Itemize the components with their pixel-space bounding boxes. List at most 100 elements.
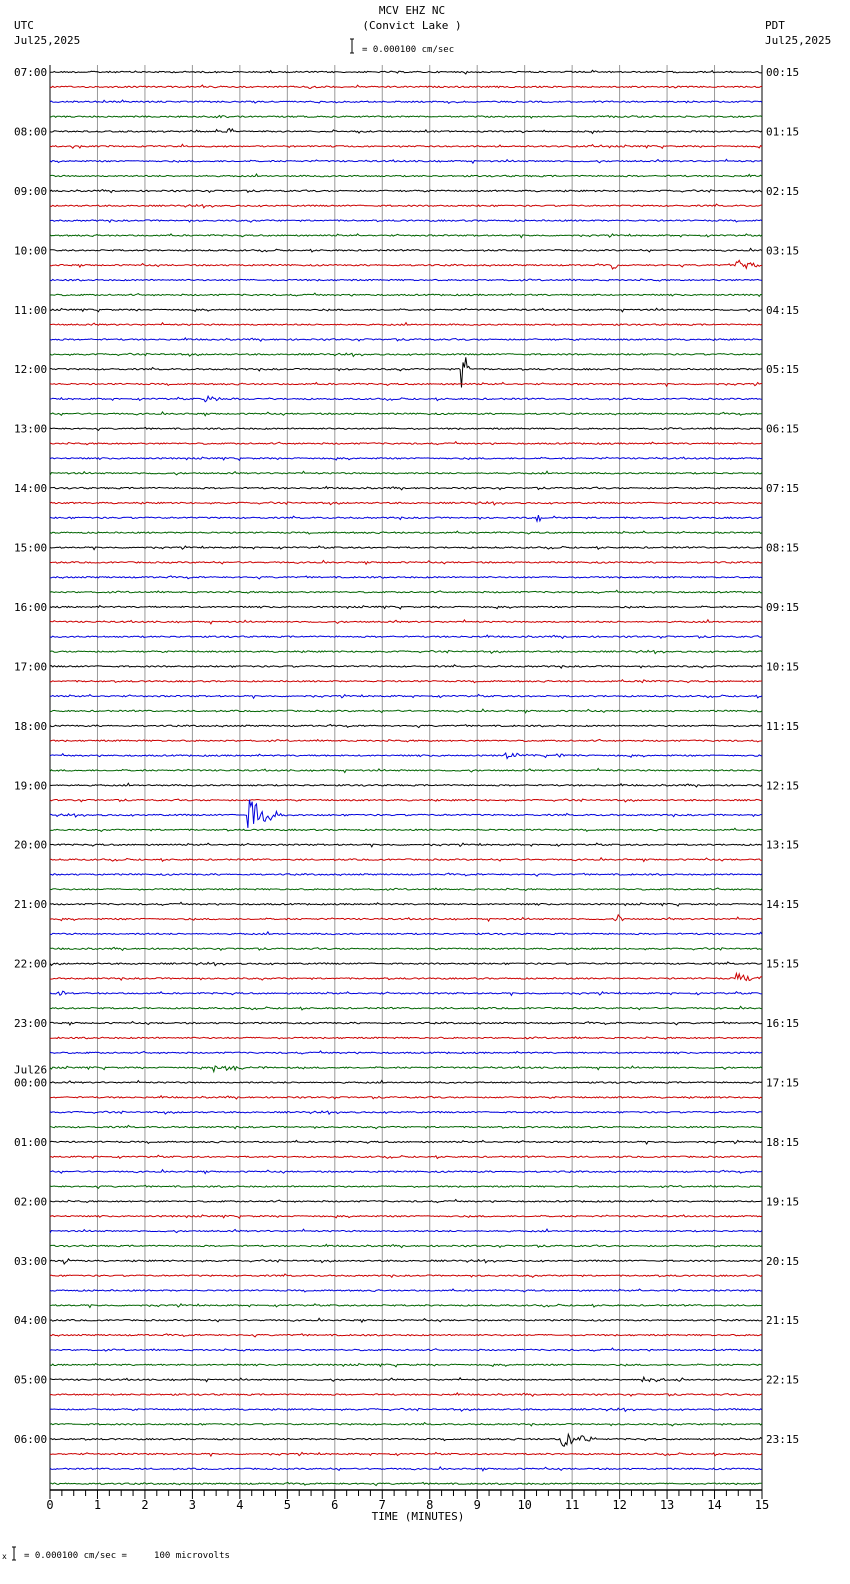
x-tick-label: 9	[474, 1498, 481, 1512]
trace-row-30	[49, 514, 762, 523]
x-tick-label: 6	[331, 1498, 338, 1512]
trace-row-13	[49, 259, 763, 270]
trace-row-4	[49, 127, 763, 135]
utc-hour-label: 16:00	[14, 601, 47, 614]
trace-row-68	[49, 1079, 763, 1084]
pdt-hour-label: 01:15	[766, 125, 799, 138]
pdt-hour-label: 23:15	[766, 1433, 799, 1446]
trace-row-40	[49, 664, 763, 669]
trace-row-12	[49, 247, 763, 253]
pdt-hour-label: 07:15	[766, 482, 799, 495]
pdt-hour-label: 06:15	[766, 423, 799, 436]
utc-hour-label: 09:00	[14, 185, 47, 198]
trace-row-53	[49, 856, 762, 863]
trace-row-77	[49, 1214, 763, 1219]
trace-row-33	[49, 559, 763, 566]
trace-row-72	[49, 1139, 763, 1145]
trace-row-39	[49, 649, 763, 655]
pdt-hour-label: 08:15	[766, 542, 799, 555]
trace-row-60	[49, 961, 763, 967]
trace-row-64	[49, 1020, 763, 1027]
trace-row-51	[49, 827, 763, 833]
date-change-label: Jul26	[14, 1063, 47, 1076]
x-axis-title: TIME (MINUTES)	[372, 1510, 465, 1523]
trace-row-50	[49, 799, 762, 828]
x-tick-label: 14	[707, 1498, 721, 1512]
trace-row-48	[49, 782, 763, 788]
trace-row-90	[49, 1407, 763, 1413]
x-tick-label: 4	[236, 1498, 243, 1512]
helicorder-plot: MCV EHZ NC (Convict Lake ) = 0.000100 cm…	[2, 4, 831, 1561]
trace-row-52	[49, 842, 763, 848]
trace-row-10	[49, 219, 763, 224]
trace-row-65	[49, 1036, 762, 1040]
trace-row-32	[49, 545, 763, 551]
trace-row-57	[49, 913, 763, 923]
trace-row-22	[49, 394, 763, 403]
utc-hour-label: 01:00	[14, 1136, 47, 1149]
utc-hour-label: 02:00	[14, 1195, 47, 1208]
utc-hour-label: 12:00	[14, 363, 47, 376]
trace-row-75	[49, 1184, 763, 1190]
x-tick-label: 15	[755, 1498, 769, 1512]
trace-row-82	[49, 1288, 763, 1293]
trace-row-44	[49, 723, 763, 729]
trace-row-84	[49, 1317, 763, 1324]
trace-row-76	[49, 1198, 763, 1204]
x-tick-label: 11	[565, 1498, 579, 1512]
trace-row-3	[49, 114, 763, 119]
trace-row-69	[49, 1094, 763, 1100]
trace-row-56	[49, 901, 763, 907]
right-date: Jul25,2025	[765, 34, 831, 47]
trace-row-19	[49, 352, 763, 358]
x-tick-label: 1	[94, 1498, 101, 1512]
utc-hour-label: 14:00	[14, 482, 47, 495]
station-location: (Convict Lake )	[362, 19, 461, 32]
trace-row-47	[49, 767, 762, 774]
seismic-traces	[49, 69, 763, 1487]
trace-row-6	[49, 158, 763, 165]
x-tick-label: 12	[612, 1498, 626, 1512]
trace-row-2	[49, 99, 763, 104]
trace-row-79	[49, 1243, 763, 1249]
trace-row-71	[49, 1124, 763, 1130]
trace-row-91	[49, 1421, 763, 1427]
trace-row-59	[49, 946, 763, 952]
utc-hour-label: 04:00	[14, 1314, 47, 1327]
pdt-hour-label: 02:15	[766, 185, 799, 198]
trace-row-87	[49, 1362, 763, 1368]
footer-scale-note: = 0.000100 cm/sec = 100 microvolts	[24, 1551, 230, 1561]
trace-row-88	[49, 1375, 763, 1383]
trace-row-18	[49, 337, 762, 342]
utc-hour-label: 00:00	[14, 1076, 47, 1089]
utc-hour-label: 13:00	[14, 423, 47, 436]
x-tick-label: 2	[141, 1498, 148, 1512]
trace-row-93	[49, 1451, 763, 1458]
trace-row-14	[49, 278, 763, 282]
x-tick-label: 0	[46, 1498, 53, 1512]
utc-hour-label: 10:00	[14, 244, 47, 257]
left-date: Jul25,2025	[14, 34, 80, 47]
trace-row-49	[49, 798, 763, 803]
pdt-hour-label: 20:15	[766, 1255, 799, 1268]
pdt-hour-label: 17:15	[766, 1076, 799, 1089]
scale-label: = 0.000100 cm/sec	[362, 45, 454, 55]
trace-row-38	[49, 634, 763, 640]
x-tick-label: 5	[284, 1498, 291, 1512]
trace-row-78	[49, 1228, 763, 1234]
utc-hour-label: 20:00	[14, 839, 47, 852]
pdt-hour-label: 18:15	[766, 1136, 799, 1149]
utc-hour-label: 11:00	[14, 304, 47, 317]
x-tick-label: 3	[189, 1498, 196, 1512]
trace-row-92	[49, 1432, 763, 1448]
x-tick-label: 10	[517, 1498, 531, 1512]
trace-row-17	[50, 321, 763, 326]
pdt-hour-label: 15:15	[766, 958, 799, 971]
trace-row-0	[50, 69, 763, 75]
utc-hour-label: 15:00	[14, 542, 47, 555]
footer-marker: x	[2, 1552, 7, 1561]
utc-hour-label: 03:00	[14, 1255, 47, 1268]
pdt-hour-label: 13:15	[766, 839, 799, 852]
trace-row-24	[49, 426, 763, 432]
utc-hour-label: 18:00	[14, 720, 47, 733]
